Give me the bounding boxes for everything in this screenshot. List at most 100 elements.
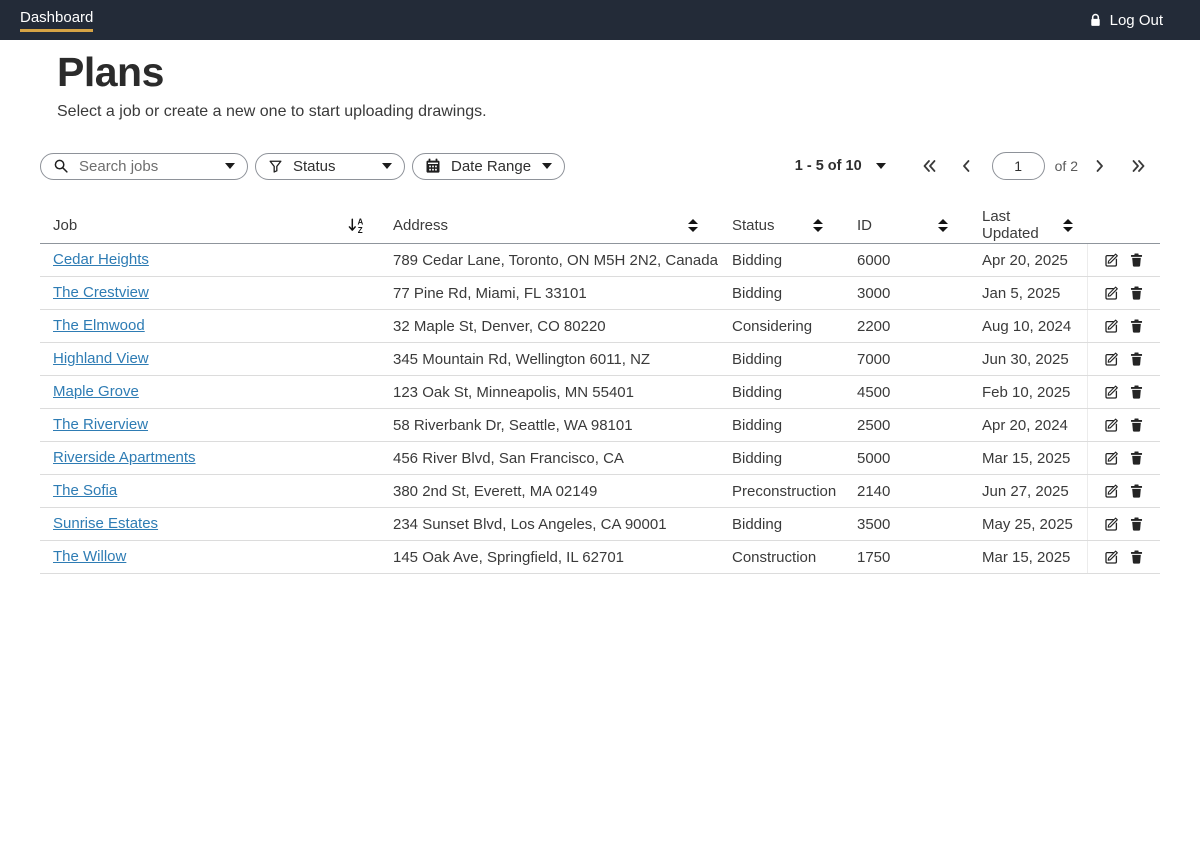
column-label: Last Updated <box>982 208 1063 242</box>
edit-button[interactable] <box>1103 384 1120 401</box>
search-jobs-combobox[interactable]: Search jobs <box>40 153 248 180</box>
id-cell: 2140 <box>837 483 962 500</box>
delete-button[interactable] <box>1129 285 1144 301</box>
dashboard-link[interactable]: Dashboard <box>20 9 93 32</box>
trash-icon <box>1129 351 1144 367</box>
page-number-input[interactable] <box>992 152 1045 180</box>
delete-button[interactable] <box>1129 549 1144 565</box>
column-header-job[interactable]: Job A Z <box>40 217 380 234</box>
id-cell: 6000 <box>837 252 962 269</box>
first-page-button[interactable] <box>920 157 939 175</box>
edit-icon <box>1103 285 1120 302</box>
edit-button[interactable] <box>1103 516 1120 533</box>
id-cell: 3000 <box>837 285 962 302</box>
id-cell: 7000 <box>837 351 962 368</box>
column-header-status[interactable]: Status <box>712 217 837 234</box>
sort-updown-icon[interactable] <box>688 219 698 232</box>
logout-button[interactable]: Log Out <box>1088 12 1163 29</box>
trash-icon <box>1129 516 1144 532</box>
job-link[interactable]: The Crestview <box>53 284 149 301</box>
job-link[interactable]: The Willow <box>53 548 126 565</box>
trash-icon <box>1129 285 1144 301</box>
last-updated-cell: Mar 15, 2025 <box>962 549 1087 566</box>
edit-icon <box>1103 384 1120 401</box>
column-label: Job <box>53 217 77 234</box>
table-row: The Elmwood 32 Maple St, Denver, CO 8022… <box>40 310 1160 343</box>
delete-button[interactable] <box>1129 483 1144 499</box>
job-link[interactable]: The Sofia <box>53 482 117 499</box>
edit-button[interactable] <box>1103 450 1120 467</box>
last-updated-cell: Feb 10, 2025 <box>962 384 1087 401</box>
column-label: Address <box>393 217 448 234</box>
address-cell: 789 Cedar Lane, Toronto, ON M5H 2N2, Can… <box>380 252 712 269</box>
id-cell: 4500 <box>837 384 962 401</box>
id-cell: 1750 <box>837 549 962 566</box>
last-page-button[interactable] <box>1129 157 1148 175</box>
edit-button[interactable] <box>1103 483 1120 500</box>
address-cell: 456 River Blvd, San Francisco, CA <box>380 450 712 467</box>
edit-button[interactable] <box>1103 318 1120 335</box>
sort-updown-icon[interactable] <box>813 219 823 232</box>
edit-icon <box>1103 549 1120 566</box>
jobs-table: Job A Z Address Status <box>40 207 1160 574</box>
job-link[interactable]: Maple Grove <box>53 383 139 400</box>
delete-button[interactable] <box>1129 252 1144 268</box>
last-updated-cell: Jun 30, 2025 <box>962 351 1087 368</box>
status-cell: Bidding <box>712 285 837 302</box>
job-link[interactable]: Sunrise Estates <box>53 515 158 532</box>
address-cell: 77 Pine Rd, Miami, FL 33101 <box>380 285 712 302</box>
table-row: The Crestview 77 Pine Rd, Miami, FL 3310… <box>40 277 1160 310</box>
edit-icon <box>1103 450 1120 467</box>
last-updated-cell: Jun 27, 2025 <box>962 483 1087 500</box>
last-updated-cell: Mar 15, 2025 <box>962 450 1087 467</box>
search-input[interactable]: Search jobs <box>79 158 215 175</box>
status-cell: Bidding <box>712 252 837 269</box>
previous-page-button[interactable] <box>959 157 974 175</box>
top-navigation-bar: Dashboard Log Out <box>0 0 1200 40</box>
status-cell: Bidding <box>712 417 837 434</box>
status-filter-dropdown[interactable]: Status <box>255 153 405 180</box>
edit-button[interactable] <box>1103 351 1120 368</box>
job-link[interactable]: Riverside Apartments <box>53 449 196 466</box>
job-link[interactable]: The Elmwood <box>53 317 145 334</box>
trash-icon <box>1129 483 1144 499</box>
address-cell: 234 Sunset Blvd, Los Angeles, CA 90001 <box>380 516 712 533</box>
edit-button[interactable] <box>1103 417 1120 434</box>
search-icon <box>53 158 69 174</box>
chevron-down-icon[interactable] <box>876 163 886 169</box>
column-header-id[interactable]: ID <box>837 217 962 234</box>
address-cell: 145 Oak Ave, Springfield, IL 62701 <box>380 549 712 566</box>
date-range-dropdown[interactable]: Date Range <box>412 153 565 180</box>
delete-button[interactable] <box>1129 450 1144 466</box>
next-page-button[interactable] <box>1092 157 1107 175</box>
last-updated-cell: Apr 20, 2025 <box>962 252 1087 269</box>
table-row: Sunrise Estates 234 Sunset Blvd, Los Ang… <box>40 508 1160 541</box>
page-subtitle: Select a job or create a new one to star… <box>57 103 1160 121</box>
chevron-down-icon[interactable] <box>542 163 552 169</box>
sort-updown-icon[interactable] <box>938 219 948 232</box>
column-header-last-updated[interactable]: Last Updated <box>962 208 1087 242</box>
delete-button[interactable] <box>1129 384 1144 400</box>
chevron-left-icon <box>961 159 972 173</box>
edit-button[interactable] <box>1103 549 1120 566</box>
job-link[interactable]: Cedar Heights <box>53 251 149 268</box>
double-chevron-right-icon <box>1131 159 1146 173</box>
edit-button[interactable] <box>1103 285 1120 302</box>
sort-alpha-down-icon[interactable]: A Z <box>348 217 366 234</box>
job-link[interactable]: Highland View <box>53 350 149 367</box>
page-size-selector[interactable]: 1 - 5 of 10 <box>795 158 886 174</box>
edit-button[interactable] <box>1103 252 1120 269</box>
delete-button[interactable] <box>1129 417 1144 433</box>
table-row: Cedar Heights 789 Cedar Lane, Toronto, O… <box>40 244 1160 277</box>
column-header-address[interactable]: Address <box>380 217 712 234</box>
delete-button[interactable] <box>1129 516 1144 532</box>
chevron-down-icon[interactable] <box>225 163 235 169</box>
status-filter-label: Status <box>293 158 372 175</box>
sort-updown-icon[interactable] <box>1063 219 1073 232</box>
delete-button[interactable] <box>1129 318 1144 334</box>
job-link[interactable]: The Riverview <box>53 416 148 433</box>
status-cell: Bidding <box>712 384 837 401</box>
chevron-down-icon[interactable] <box>382 163 392 169</box>
total-pages-label: of 2 <box>1055 158 1078 174</box>
delete-button[interactable] <box>1129 351 1144 367</box>
